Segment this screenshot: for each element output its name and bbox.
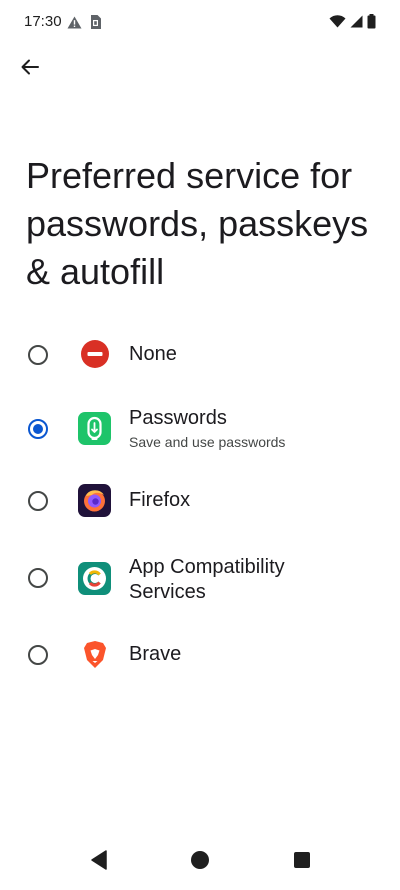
navigation-bar: [0, 834, 400, 890]
nav-recents-button[interactable]: [288, 848, 316, 876]
none-icon: [80, 339, 110, 369]
back-button[interactable]: [14, 53, 46, 85]
radio-button[interactable]: [28, 345, 48, 365]
option-firefox[interactable]: Firefox: [0, 484, 400, 524]
back-triangle-icon: [90, 849, 108, 875]
arrow-back-icon: [20, 57, 40, 82]
recents-square-icon: [293, 851, 311, 874]
warning-icon: [67, 16, 82, 34]
option-label: Brave: [129, 643, 182, 665]
radio-button[interactable]: [28, 568, 48, 588]
page-title: Preferred service for passwords, passkey…: [26, 155, 369, 292]
sim-card-icon: [90, 15, 101, 34]
status-bar: 17:30: [0, 0, 400, 44]
app-compatibility-icon: [78, 562, 111, 595]
home-circle-icon: [190, 850, 210, 875]
signal-icon: [350, 15, 363, 33]
option-none[interactable]: None: [0, 330, 400, 380]
passwords-app-icon: [78, 412, 111, 445]
status-left-icons: [67, 15, 101, 34]
option-app-compatibility[interactable]: App Compatibility Services: [0, 555, 400, 605]
wifi-icon: [329, 15, 346, 33]
option-label: None: [129, 343, 177, 365]
option-passwords[interactable]: Passwords Save and use passwords: [0, 404, 400, 460]
radio-button[interactable]: [28, 419, 48, 439]
brave-icon: [79, 638, 112, 671]
status-time: 17:30: [24, 13, 62, 30]
option-subtitle: Save and use passwords: [129, 434, 286, 450]
nav-home-button[interactable]: [186, 848, 214, 876]
option-label: Passwords: [129, 407, 227, 429]
radio-button[interactable]: [28, 491, 48, 511]
battery-icon: [367, 14, 376, 34]
option-label-line2: Services: [129, 581, 206, 603]
nav-back-button[interactable]: [85, 848, 113, 876]
status-right-icons: [329, 14, 376, 34]
firefox-icon: [78, 484, 111, 517]
option-label: Firefox: [129, 489, 191, 511]
option-brave[interactable]: Brave: [0, 638, 400, 678]
radio-button[interactable]: [28, 645, 48, 665]
option-label-line1: App Compatibility: [129, 556, 285, 578]
